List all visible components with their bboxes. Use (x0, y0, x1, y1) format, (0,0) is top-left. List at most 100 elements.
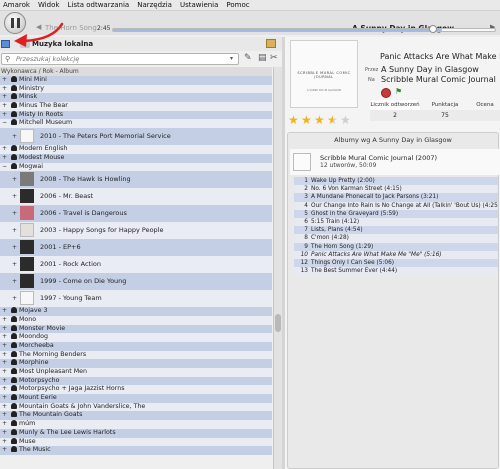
expand-icon[interactable]: + (12, 171, 17, 188)
scroll-thumb[interactable] (275, 314, 281, 332)
expand-icon[interactable]: + (2, 76, 7, 85)
search-input[interactable] (16, 55, 216, 63)
current-album[interactable]: Scribble Mural Comic Journal (381, 75, 496, 84)
expand-icon[interactable]: + (2, 368, 7, 377)
album-entry[interactable]: Scribble Mural Comic Journal (2007) 12 u… (290, 149, 500, 175)
track-row[interactable]: 1 Wake Up Pretty (2:00) (294, 177, 498, 186)
collection-scrollbar[interactable] (273, 67, 282, 469)
collection-search[interactable]: ⚲ ▾ (1, 53, 239, 65)
current-artist[interactable]: A Sunny Day in Glasgow (381, 65, 479, 74)
progress-knob[interactable] (429, 25, 437, 33)
album-row[interactable]: +2006 - Travel is Dangerous (0, 205, 272, 223)
artist-row[interactable]: + Munly & The Lee Lewis Harlots (0, 428, 272, 438)
expand-icon[interactable]: + (2, 429, 7, 438)
menu-item[interactable]: Narzędzia (137, 1, 172, 9)
artist-row[interactable]: + The Morning Benders (0, 350, 272, 360)
expand-icon[interactable]: + (2, 154, 7, 163)
track-row[interactable]: 9 The Horn Song (1:29) (294, 242, 498, 251)
expand-icon[interactable]: + (2, 111, 7, 120)
track-row[interactable]: 13 The Best Summer Ever (4:44) (294, 267, 498, 276)
album-row[interactable]: +1997 - Young Team (0, 290, 272, 308)
track-row[interactable]: 6 5:15 Train (4:12) (294, 217, 498, 227)
artist-row[interactable]: + Morphine (0, 359, 272, 368)
expand-icon[interactable]: + (12, 128, 17, 145)
artist-row[interactable]: + The Music (0, 446, 272, 455)
edit-filter-icon[interactable]: ✎ (244, 53, 254, 64)
star-icon[interactable]: ★ (327, 114, 339, 126)
menu-item[interactable]: Widok (38, 1, 60, 9)
star-icon[interactable]: ★ (288, 114, 300, 126)
artist-row[interactable]: + Minus The Bear (0, 102, 272, 111)
album-row[interactable]: +2010 - The Peters Port Memorial Service (0, 128, 272, 146)
expand-icon[interactable]: + (2, 342, 7, 351)
column-header[interactable]: Wykonawca / Rok - Album (0, 67, 272, 76)
expand-icon[interactable]: + (2, 307, 7, 316)
progress-slider[interactable] (112, 28, 496, 32)
artist-row[interactable]: − Mogwai (0, 162, 272, 172)
artist-row[interactable]: + Mountain Goats & John Vanderslice, The (0, 402, 272, 412)
expand-icon[interactable]: + (12, 188, 17, 205)
expand-icon[interactable]: + (12, 222, 17, 239)
chevron-down-icon[interactable]: ▾ (230, 55, 233, 62)
track-row[interactable]: 8 C'mon (4:28) (294, 234, 498, 243)
artist-row[interactable]: + Misty In Roots (0, 110, 272, 120)
artist-row[interactable]: + Modest Mouse (0, 153, 272, 163)
expand-icon[interactable]: + (2, 438, 7, 447)
artist-row[interactable]: + Mini Mini (0, 76, 272, 85)
expand-icon[interactable]: + (2, 325, 7, 334)
local-music-tab-icon[interactable] (1, 40, 10, 48)
star-icon[interactable]: ★ (301, 114, 313, 126)
expand-icon[interactable]: + (12, 205, 17, 222)
expand-icon[interactable]: + (2, 446, 7, 455)
star-icon[interactable]: ★ (314, 114, 326, 126)
expand-icon[interactable]: + (2, 359, 7, 368)
love-icon[interactable] (381, 88, 391, 98)
collapse-icon[interactable]: − (2, 119, 7, 128)
expand-icon[interactable]: + (2, 93, 7, 102)
menu-item[interactable]: Ustawienia (180, 1, 218, 9)
pause-button[interactable] (4, 12, 26, 34)
artist-row[interactable]: + múm (0, 420, 272, 429)
menu-item[interactable]: Pomoc (226, 1, 249, 9)
expand-icon[interactable]: + (2, 316, 7, 325)
artist-row[interactable]: + The Mountain Goats (0, 411, 272, 421)
track-row[interactable]: 12 Things Only I Can See (5:06) (294, 258, 498, 268)
expand-icon[interactable]: + (2, 102, 7, 111)
expand-icon[interactable]: + (12, 239, 17, 256)
artist-row[interactable]: + Modern English (0, 145, 272, 154)
folder-icon[interactable] (20, 39, 30, 48)
expand-icon[interactable]: + (2, 333, 7, 342)
menu-item[interactable]: Lista odtwarzania (67, 1, 129, 9)
album-row[interactable]: +2001 - Rock Action (0, 256, 272, 274)
rating-stars[interactable]: ★ ★ ★ ★ ★ (288, 114, 352, 126)
artist-row[interactable]: + Muse (0, 437, 272, 447)
expand-icon[interactable]: + (2, 420, 7, 429)
tools-icon[interactable]: ✂ (270, 53, 280, 64)
artist-row[interactable]: + Ministry (0, 84, 272, 94)
artist-row[interactable]: + Monster Movie (0, 324, 272, 334)
expand-icon[interactable]: + (2, 377, 7, 386)
expand-icon[interactable]: + (12, 273, 17, 290)
expand-icon[interactable]: + (2, 411, 7, 420)
artist-row[interactable]: + Minsk (0, 93, 272, 103)
expand-icon[interactable]: + (2, 394, 7, 403)
expand-icon[interactable]: + (2, 85, 7, 94)
track-row[interactable]: 4 Our Change Into Rain Is No Change at Al… (294, 201, 498, 210)
album-cover[interactable]: SCRIBBLE MURAL COMIC JOURNAL A SUNNY DAY… (290, 40, 358, 108)
track-row[interactable]: 7 Lists, Plans (4:54) (294, 226, 498, 235)
track-row[interactable]: 3A Mundane Phonecall to Jack Parsons (3:… (294, 193, 498, 202)
artist-row[interactable]: + Most Unpleasant Men (0, 368, 272, 377)
flag-icon[interactable]: ⚑ (395, 87, 402, 96)
expand-icon[interactable]: + (12, 256, 17, 273)
track-row[interactable]: 5 Ghost in the Graveyard (5:59) (294, 209, 498, 218)
star-icon[interactable]: ★ (340, 114, 352, 126)
track-row[interactable]: 2 No. 6 Von Karman Street (4:15) (294, 185, 498, 194)
artist-row[interactable]: + Mount Eerie (0, 394, 272, 403)
artist-row[interactable]: − Mitchell Museum (0, 119, 272, 129)
artist-row[interactable]: + Mojave 3 (0, 307, 272, 316)
artist-row[interactable]: + Mono (0, 315, 272, 325)
panel-options-icon[interactable] (266, 39, 276, 48)
artist-row[interactable]: + Morcheeba (0, 341, 272, 351)
expand-icon[interactable]: + (2, 351, 7, 360)
config-icon[interactable]: ▤ (258, 53, 268, 64)
